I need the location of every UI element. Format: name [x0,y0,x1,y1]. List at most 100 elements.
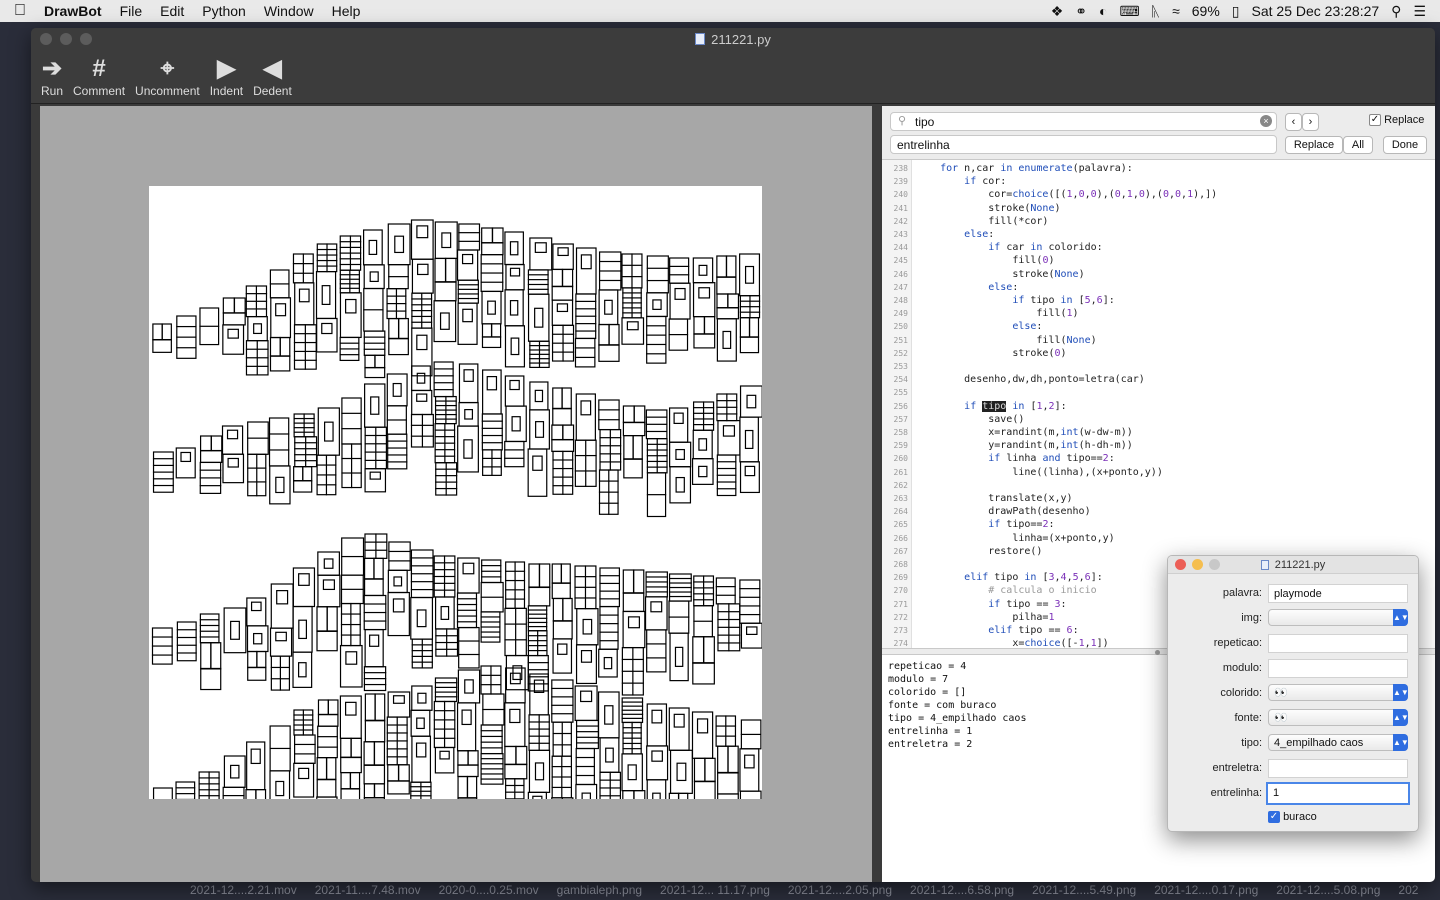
desktop-file[interactable]: 2021-12....5.08.png [1276,883,1380,897]
panel-titlebar[interactable]: 211221.py [1168,556,1418,574]
keyboard-icon[interactable]: ⌨ [1119,3,1139,20]
canvas-view[interactable] [40,106,872,882]
search-input[interactable]: ⚲ tipo × [890,112,1277,131]
indent-button[interactable]: ▶ Indent [206,50,247,103]
code-line[interactable]: fill(0) [916,255,1054,266]
window-titlebar[interactable]: 211221.py [31,28,1435,50]
code-line[interactable]: if tipo in [1,2]: [916,400,1067,412]
code-line[interactable]: x=choice([-1,1]) [916,638,1108,648]
replace-all-button[interactable]: All [1343,136,1373,154]
modulo-input[interactable] [1268,659,1408,678]
code-line[interactable]: if car in colorido: [916,242,1102,253]
code-line[interactable]: save() [916,414,1024,425]
spotlight-search-icon[interactable]: ⚲ [1391,3,1401,20]
done-button[interactable]: Done [1383,136,1427,154]
palavra-input[interactable]: playmode [1268,584,1408,603]
clear-search-icon[interactable]: × [1260,115,1272,127]
buraco-toggle[interactable]: ✓ buraco [1268,811,1317,824]
desktop-file[interactable]: 2021-12....0.17.png [1154,883,1258,897]
menu-python[interactable]: Python [193,3,255,19]
fonte-select[interactable]: 👀 ▲▼ [1268,709,1409,726]
desktop-file[interactable]: 2020-0....0.25.mov [439,883,539,897]
code-line[interactable]: if tipo in [5,6]: [916,295,1114,306]
code-line[interactable]: if cor: [916,176,1006,187]
code-line[interactable]: linha=(x+ponto,y) [916,533,1114,544]
entrelinha-input[interactable]: 1 [1266,782,1410,805]
wifi-icon[interactable]: ≈ [1172,3,1180,19]
menu-window[interactable]: Window [255,3,323,19]
uncomment-button[interactable]: ⌖ Uncomment [131,50,204,103]
code-line[interactable]: for n,car in enumerate(palavra): [916,163,1133,174]
creative-cloud-icon[interactable]: ⚭ [1075,3,1087,20]
desktop-file[interactable]: 2021-12....2.05.png [788,883,892,897]
apple-icon[interactable]:  [0,2,40,20]
desktop-file[interactable]: 2021-12....2.21.mov [190,883,297,897]
colorido-select[interactable]: 👀 ▲▼ [1268,684,1409,701]
code-line[interactable]: elif tipo in [3,4,5,6]: [916,572,1103,583]
code-line[interactable]: drawPath(desenho) [916,506,1090,517]
code-line[interactable]: cor=choice([(1,0,0),(0,1,0),(0,0,1),]) [916,189,1217,200]
menu-app[interactable]: DrawBot [40,3,111,19]
panel-minimize-button[interactable] [1192,559,1203,570]
repeticao-input[interactable] [1268,634,1408,653]
clock[interactable]: Sat 25 Dec 23:28:27 [1252,3,1380,19]
dedent-button[interactable]: ◀ Dedent [249,50,296,103]
drawing-page[interactable] [149,186,762,799]
run-button[interactable]: ➔ Run [37,50,67,103]
replace-button[interactable]: Replace [1285,136,1343,154]
code-line[interactable]: else: [916,229,994,240]
code-line[interactable]: else: [916,321,1042,332]
code-line[interactable]: stroke(None) [916,269,1084,280]
desktop-file[interactable]: 2021-12....5.49.png [1032,883,1136,897]
menu-file[interactable]: File [111,3,152,19]
code-line[interactable]: fill(1) [916,308,1078,319]
code-line[interactable]: if linha and tipo==2: [916,453,1114,464]
code-line[interactable]: y=randint(m,int(h-dh-m)) [916,440,1133,451]
comment-button[interactable]: # Comment [69,50,129,103]
desktop-file[interactable]: 2021-12... 11.17.png [660,883,770,897]
desktop-file[interactable]: 2021-12....6.58.png [910,883,1014,897]
panel-zoom-button[interactable] [1209,559,1220,570]
notification-center-icon[interactable]: ☰ [1413,3,1426,20]
panel-close-button[interactable] [1175,559,1186,570]
code-line[interactable]: restore() [916,546,1042,557]
dropbox-icon[interactable]: ❖ [1051,3,1064,20]
line-number: 249 [893,309,908,319]
tipo-select[interactable]: 4_empilhado caos ▲▼ [1268,734,1409,751]
buraco-checkbox[interactable]: ✓ [1268,811,1280,824]
entreletra-label: entreletra: [1212,762,1262,774]
code-line[interactable]: fill(None) [916,335,1096,346]
minimize-button[interactable] [60,33,72,45]
menu-edit[interactable]: Edit [151,3,193,19]
entreletra-input[interactable] [1268,759,1408,778]
code-line[interactable]: if tipo == 3: [916,599,1066,610]
code-line[interactable]: line((linha),(x+ponto,y)) [916,467,1163,478]
code-line[interactable]: # calcula o inicio [916,585,1096,596]
colorido-label: colorido: [1220,687,1262,699]
menu-help[interactable]: Help [323,3,370,19]
find-next-button[interactable]: › [1302,113,1319,131]
replace-toggle[interactable]: ✓ Replace [1369,114,1424,127]
code-line[interactable]: translate(x,y) [916,493,1072,504]
code-line[interactable]: fill(*cor) [916,216,1048,227]
battery-icon[interactable]: ▯ [1232,3,1240,20]
desktop-file[interactable]: 2021-11....7.48.mov [315,883,421,897]
img-select[interactable]: ▲▼ [1268,609,1409,626]
code-line[interactable]: stroke(None) [916,203,1060,214]
replace-checkbox[interactable]: ✓ [1369,114,1381,127]
code-line[interactable]: stroke(0) [916,348,1066,359]
code-line[interactable]: elif tipo == 6: [916,625,1078,636]
desktop-file[interactable]: 202 [1398,883,1418,897]
find-previous-button[interactable]: ‹ [1285,113,1302,131]
code-line[interactable]: pilha=1 [916,612,1054,623]
close-button[interactable] [40,33,52,45]
bluetooth-icon[interactable]: ᚣ [1152,3,1160,19]
code-line[interactable]: else: [916,282,1018,293]
replace-input[interactable]: entrelinha [890,135,1277,154]
code-line[interactable]: x=randint(m,int(w-dw-m)) [916,427,1133,438]
code-line[interactable]: desenho,dw,dh,ponto=letra(car) [916,374,1145,385]
contrast-icon[interactable]: ◐ [1099,3,1107,19]
code-line[interactable]: if tipo==2: [916,519,1054,530]
desktop-file[interactable]: gambialeph.png [557,883,642,897]
zoom-button[interactable] [80,33,92,45]
